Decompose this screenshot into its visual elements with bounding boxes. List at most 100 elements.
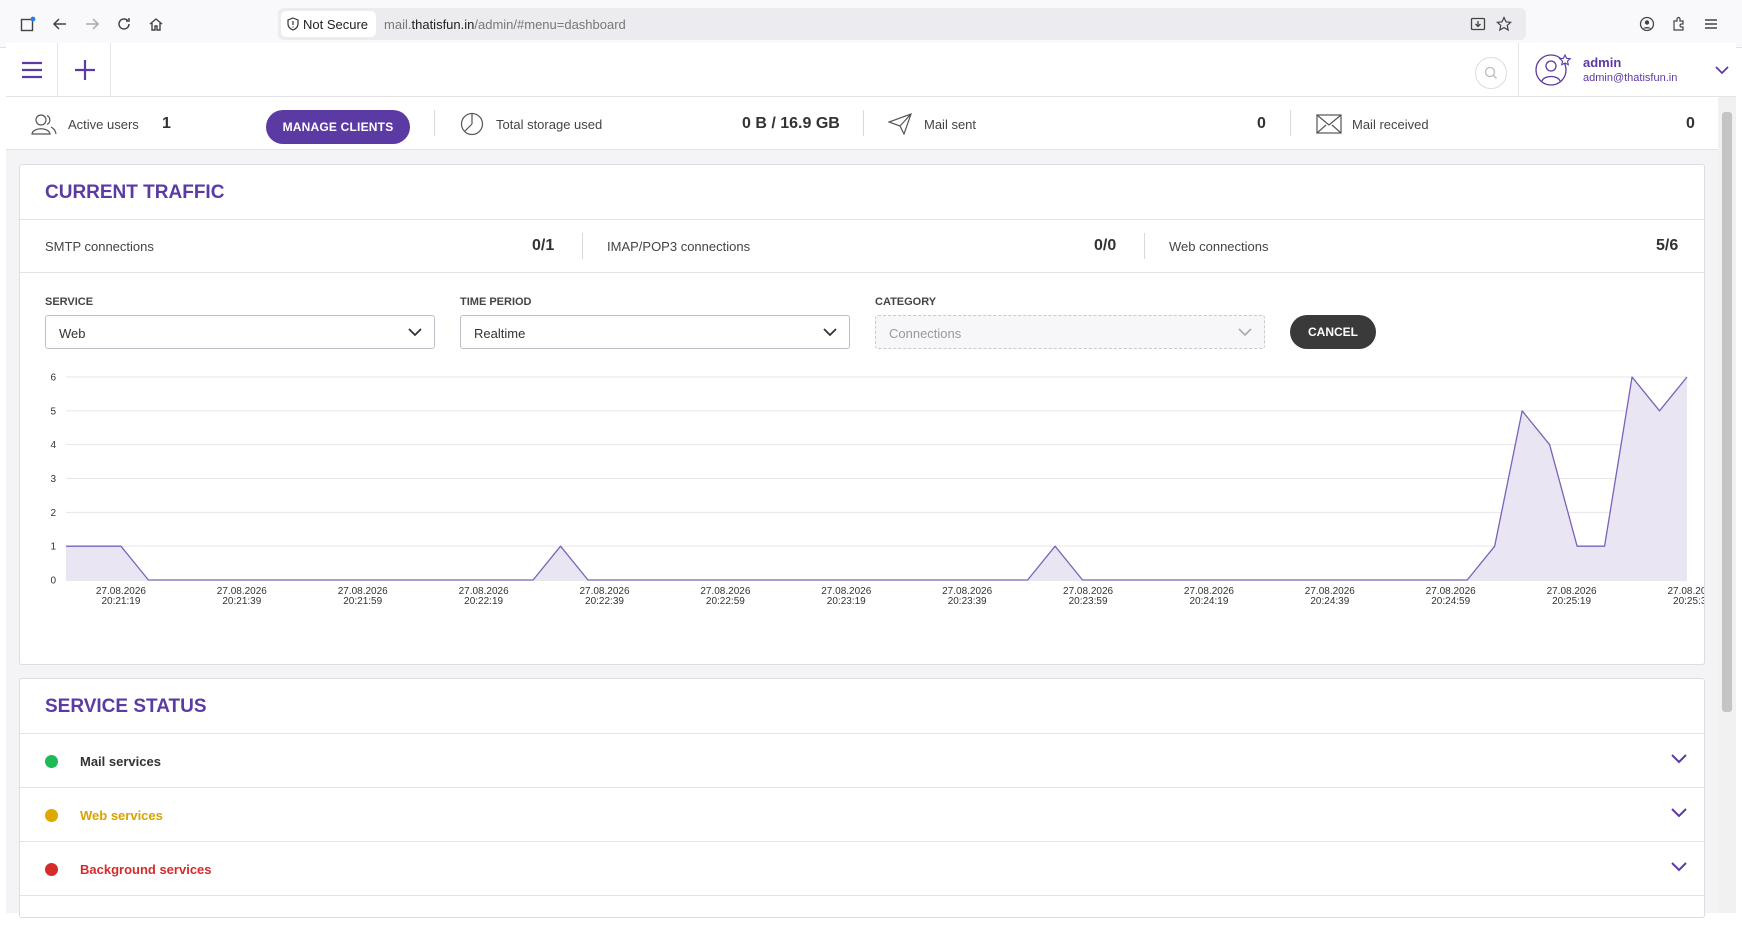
y-tick-label: 4 (50, 440, 56, 451)
storage-pie-icon (460, 112, 484, 136)
send-icon (888, 113, 912, 135)
mail-sent-label: Mail sent (924, 117, 977, 132)
y-tick-label: 5 (50, 406, 56, 417)
storage-value: 0 B / 16.9 GB (742, 115, 840, 132)
manage-clients-button[interactable]: MANAGE CLIENTS (266, 110, 410, 144)
x-tick-label: 20:24:19 (1189, 596, 1228, 607)
x-tick-label: 20:24:59 (1431, 596, 1470, 607)
stats-bar: Active users 1 MANAGE CLIENTS Total stor… (6, 97, 1718, 150)
status-dot (45, 755, 58, 768)
x-tick-label: 20:22:19 (464, 596, 503, 607)
chevron-down-icon (1715, 66, 1729, 75)
service-row-web[interactable]: Web services (20, 787, 1704, 841)
divider (434, 110, 435, 136)
reload-icon[interactable] (113, 13, 135, 35)
divider (1144, 233, 1145, 259)
chevron-down-icon (1238, 328, 1252, 337)
x-tick-label: 20:23:59 (1069, 596, 1108, 607)
active-users-value: 1 (162, 115, 171, 132)
web-connections-value: 5/6 (1656, 237, 1679, 254)
cancel-button[interactable]: CANCEL (1290, 315, 1376, 349)
menu-button[interactable] (6, 43, 58, 97)
divider (20, 219, 1704, 220)
service-status-title: SERVICE STATUS (45, 696, 207, 717)
current-traffic-panel: CURRENT TRAFFIC SMTP connections 0/1 IMA… (19, 164, 1705, 665)
account-icon[interactable] (1636, 13, 1658, 35)
users-icon (31, 114, 57, 135)
mail-received-value: 0 (1686, 115, 1695, 132)
tabs-icon[interactable] (17, 13, 39, 35)
current-traffic-title: CURRENT TRAFFIC (45, 182, 225, 203)
time-period-selected-value: Realtime (474, 326, 526, 341)
security-indicator[interactable]: Not Secure (281, 11, 377, 37)
time-period-label: TIME PERIOD (460, 296, 532, 308)
y-tick-label: 0 (50, 576, 56, 587)
chevron-down-icon[interactable] (1671, 807, 1687, 819)
active-users-label: Active users (68, 117, 139, 132)
x-tick-label: 20:21:19 (101, 596, 140, 607)
chevron-down-icon (823, 328, 837, 337)
divider (863, 110, 864, 136)
y-tick-label: 6 (50, 373, 56, 384)
y-tick-label: 3 (50, 474, 56, 485)
shield-icon (287, 17, 299, 31)
service-row-background[interactable]: Background services (20, 841, 1704, 895)
chevron-down-icon[interactable] (1671, 753, 1687, 765)
status-dot (45, 863, 58, 876)
chevron-down-icon[interactable] (1671, 861, 1687, 873)
back-icon[interactable] (49, 13, 71, 35)
address-bar[interactable]: Not Secure mail.thatisfun.in/admin/#menu… (278, 8, 1526, 40)
search-icon (1484, 66, 1497, 79)
home-icon[interactable] (145, 13, 167, 35)
bookmark-star-icon[interactable] (1496, 16, 1512, 37)
page-scrollbar-thumb[interactable] (1722, 112, 1732, 712)
install-app-icon[interactable] (1470, 16, 1486, 37)
divider (582, 233, 583, 259)
service-row-more (20, 895, 1704, 949)
x-tick-label: 20:22:59 (706, 596, 745, 607)
x-tick-label: 20:23:39 (948, 596, 987, 607)
forward-icon[interactable] (81, 13, 103, 35)
x-tick-label: 20:23:19 (827, 596, 866, 607)
admin-avatar-icon (1535, 53, 1572, 86)
browser-toolbar: Not Secure mail.thatisfun.in/admin/#menu… (0, 0, 1742, 48)
url-text: mail.thatisfun.in/admin/#menu=dashboard (384, 16, 626, 32)
search-button[interactable] (1475, 57, 1507, 89)
x-tick-label: 20:21:59 (343, 596, 382, 607)
user-menu[interactable]: admin admin@thatisfun.in (1518, 43, 1736, 97)
x-tick-label: 20:25:39 (1673, 596, 1704, 607)
service-select[interactable]: Web (45, 315, 435, 349)
service-name: Mail services (80, 754, 161, 769)
service-selected-value: Web (59, 326, 86, 341)
hamburger-icon (21, 61, 42, 79)
dashboard-content: CURRENT TRAFFIC SMTP connections 0/1 IMA… (6, 150, 1718, 918)
service-label: SERVICE (45, 296, 94, 308)
web-connections-label: Web connections (1169, 239, 1269, 254)
x-tick-label: 20:24:39 (1310, 596, 1349, 607)
smtp-connections-value: 0/1 (532, 237, 555, 254)
divider (20, 272, 1704, 273)
x-tick-label: 20:22:39 (585, 596, 624, 607)
plus-icon (74, 60, 95, 80)
service-name: Web services (80, 808, 163, 823)
time-period-select[interactable]: Realtime (460, 315, 850, 349)
user-email: admin@thatisfun.in (1583, 72, 1678, 84)
imap-connections-value: 0/0 (1094, 237, 1117, 254)
category-placeholder: Connections (889, 326, 962, 341)
category-select: Connections (875, 315, 1265, 349)
storage-label: Total storage used (496, 117, 603, 132)
add-button[interactable] (59, 43, 111, 97)
service-row-mail[interactable]: Mail services (20, 733, 1704, 787)
extensions-icon[interactable] (1668, 13, 1690, 35)
browser-menu-icon[interactable] (1700, 13, 1722, 35)
y-tick-label: 2 (50, 508, 56, 519)
service-status-panel: SERVICE STATUS Mail services Web service… (19, 678, 1705, 918)
chevron-down-icon (408, 328, 422, 337)
category-label: CATEGORY (875, 296, 937, 308)
y-tick-label: 1 (50, 542, 56, 553)
security-label: Not Secure (303, 16, 369, 32)
service-name: Background services (80, 862, 212, 877)
mail-received-label: Mail received (1352, 117, 1429, 132)
mail-sent-value: 0 (1257, 115, 1266, 132)
app-header: admin admin@thatisfun.in (6, 43, 1736, 97)
